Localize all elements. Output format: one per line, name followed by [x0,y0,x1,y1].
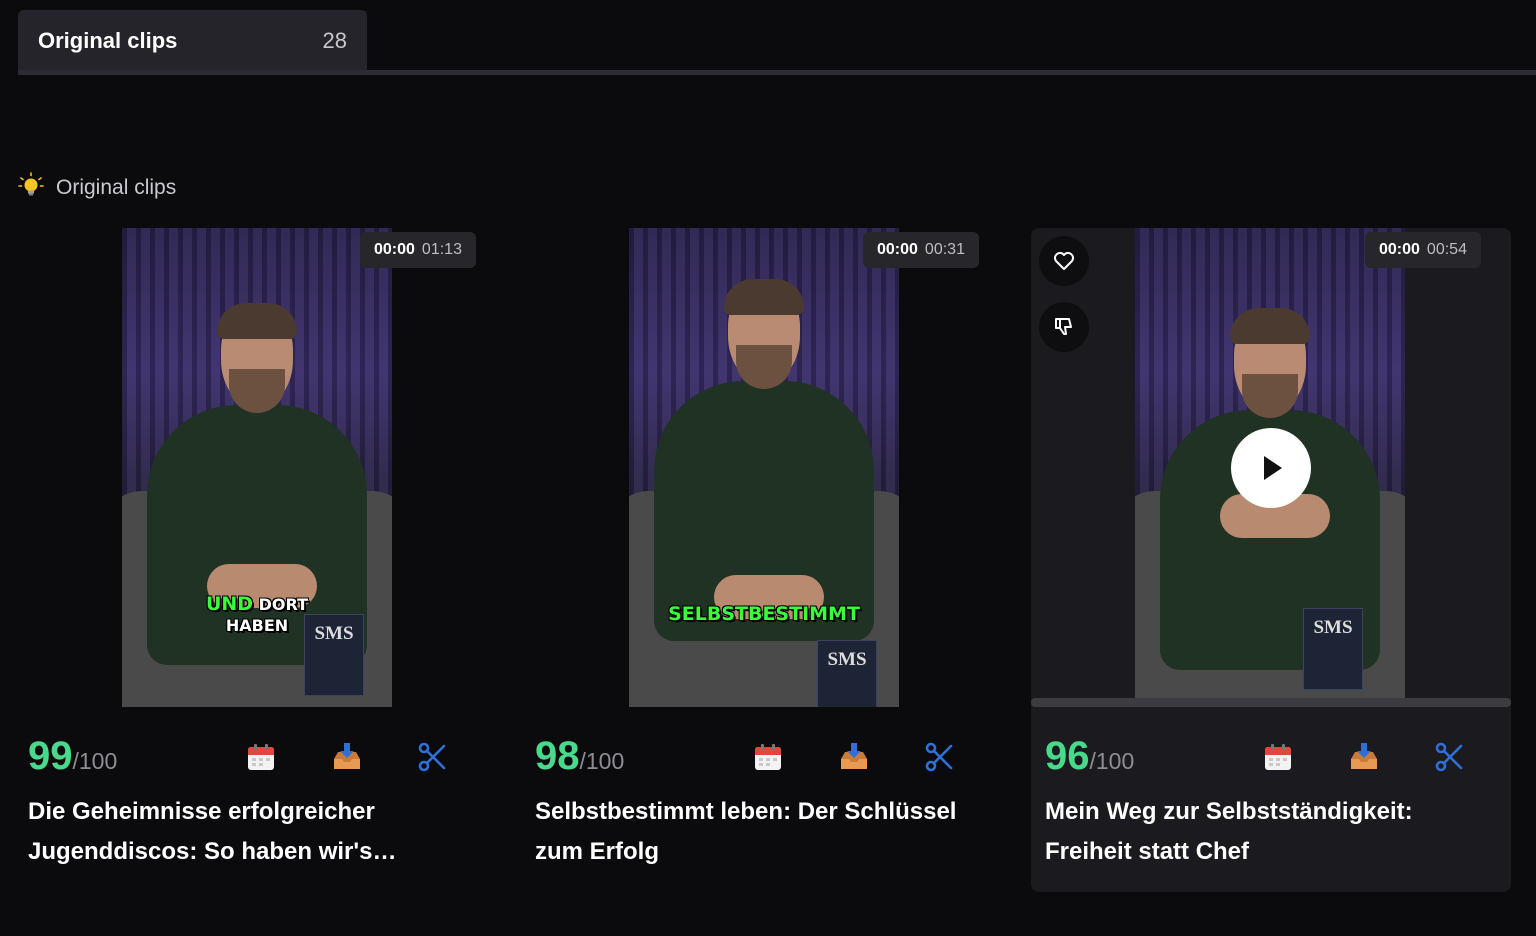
tab-underline [18,70,1536,75]
time-current: 00:00 [1379,241,1420,258]
score-max: /100 [1089,748,1135,774]
heart-icon [1054,252,1074,270]
scissors-icon[interactable] [923,740,957,774]
person-figure [644,279,884,692]
score-max: /100 [72,748,118,774]
section-title: Original clips [56,175,177,199]
video-caption: SELBSTBESTIMMT [629,604,899,625]
clip-meta: 96 /100 [1045,736,1485,776]
clip-meta: 99 /100 [28,736,468,776]
scissors-icon[interactable] [1433,740,1467,774]
scissors-icon[interactable] [416,740,450,774]
calendar-icon[interactable] [751,740,785,774]
calendar-icon[interactable] [244,740,278,774]
clip-thumbnail[interactable]: SMS UND DORT HABEN [122,228,392,707]
book-cover: SMS [817,640,877,707]
caption-line2: HABEN [225,616,289,635]
clip-card[interactable]: SMS UND DORT HABEN 00:00 01:13 99 /100 D… [14,228,494,892]
virality-score: 99 /100 [28,736,117,776]
time-badge: 00:00 00:54 [1365,232,1481,268]
video-caption: UND DORT HABEN [122,594,392,636]
tab-bar: Original clips 28 [0,0,1536,76]
score-value: 96 [1045,734,1090,778]
virality-score: 98 /100 [535,736,624,776]
clip-thumbnail[interactable]: SMS SELBSTBESTIMMT [629,228,899,707]
score-value: 98 [535,734,580,778]
book-cover: SMS [1303,608,1363,690]
dislike-button[interactable] [1039,302,1089,352]
time-duration: 00:54 [1426,241,1467,258]
clip-card[interactable]: SMS 00:00 00:54 96 /100 Mein Weg zur Sel… [1031,228,1511,892]
tab-label: Original clips [38,28,178,53]
time-current: 00:00 [877,241,918,258]
caption-word: DORT [258,595,309,614]
section-header: Original clips [18,172,176,203]
lightbulb-icon [18,172,44,203]
caption-highlight: SELBSTBESTIMMT [668,603,860,625]
time-badge: 00:00 00:31 [863,232,979,268]
video-progress-bar[interactable] [1031,698,1511,707]
thumbs-down-icon [1055,318,1072,335]
clip-title[interactable]: Die Geheimnisse erfolgreicher Jugenddisc… [28,792,468,872]
time-current: 00:00 [374,241,415,258]
time-duration: 00:31 [924,241,965,258]
tab-original-clips[interactable]: Original clips 28 [18,10,367,72]
download-tray-icon[interactable] [330,740,364,774]
like-button[interactable] [1039,236,1089,286]
caption-highlight: UND [205,593,254,615]
clip-meta: 98 /100 [535,736,975,776]
time-duration: 01:13 [421,241,462,258]
score-max: /100 [579,748,625,774]
download-tray-icon[interactable] [837,740,871,774]
play-button[interactable] [1231,428,1311,508]
calendar-icon[interactable] [1261,740,1295,774]
clip-title[interactable]: Selbstbestimmt leben: Der Schlüssel zum … [535,792,975,872]
virality-score: 96 /100 [1045,736,1134,776]
download-tray-icon[interactable] [1347,740,1381,774]
score-value: 99 [28,734,73,778]
clip-card[interactable]: SMS SELBSTBESTIMMT 00:00 00:31 98 /100 S… [521,228,1001,892]
tab-count: 28 [322,28,347,53]
time-badge: 00:00 01:13 [360,232,476,268]
clip-title[interactable]: Mein Weg zur Selbstständigkeit: Freiheit… [1045,792,1485,872]
play-icon [1264,456,1282,480]
